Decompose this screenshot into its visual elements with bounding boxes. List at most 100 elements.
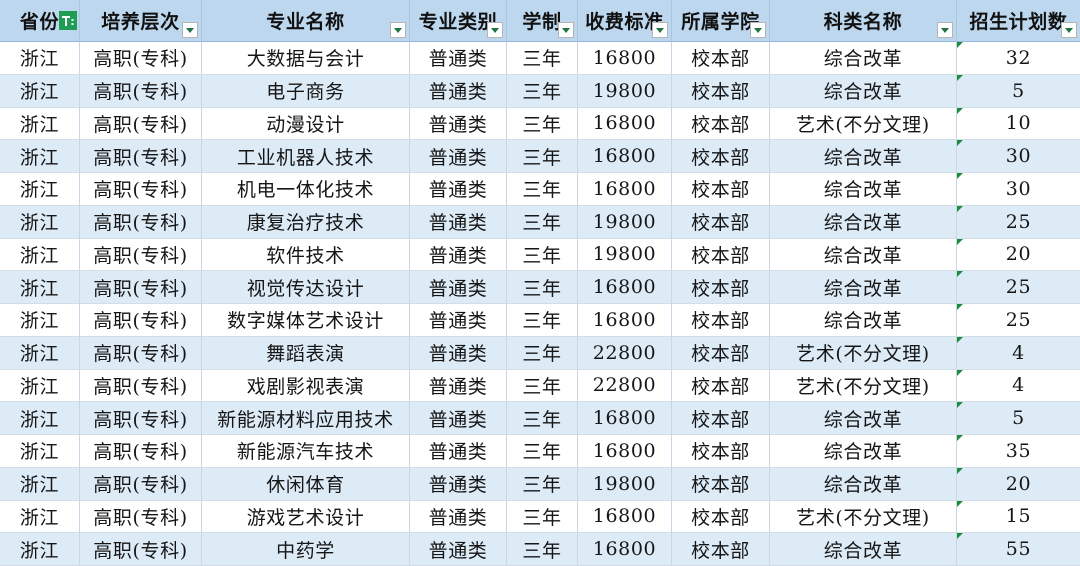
- cell-duration[interactable]: 三年: [507, 205, 578, 239]
- cell-major-name[interactable]: 戏剧影视表演: [202, 369, 410, 403]
- cell-major-name[interactable]: 数字媒体艺术设计: [202, 304, 410, 337]
- cell-college[interactable]: 校本部: [672, 500, 770, 534]
- cell-college[interactable]: 校本部: [672, 271, 770, 304]
- cell-major-type[interactable]: 普通类: [410, 173, 507, 206]
- cell-college[interactable]: 校本部: [672, 107, 770, 141]
- filter-dropdown-button[interactable]: [750, 22, 766, 38]
- cell-tuition[interactable]: 16800: [578, 533, 672, 566]
- cell-major-type[interactable]: 普通类: [410, 238, 507, 272]
- cell-province[interactable]: 浙江: [0, 74, 80, 108]
- filter-dropdown-button[interactable]: [1061, 22, 1077, 38]
- cell-tuition[interactable]: 16800: [578, 107, 672, 141]
- cell-major-name[interactable]: 电子商务: [202, 74, 410, 108]
- cell-major-type[interactable]: 普通类: [410, 107, 507, 141]
- cell-training-level[interactable]: 高职(专科): [80, 304, 202, 337]
- cell-province[interactable]: 浙江: [0, 304, 80, 337]
- cell-subject-category[interactable]: 艺术(不分文理): [770, 107, 957, 141]
- cell-province[interactable]: 浙江: [0, 205, 80, 239]
- cell-college[interactable]: 校本部: [672, 74, 770, 108]
- cell-training-level[interactable]: 高职(专科): [80, 271, 202, 304]
- cell-major-type[interactable]: 普通类: [410, 271, 507, 304]
- cell-major-name[interactable]: 动漫设计: [202, 107, 410, 141]
- cell-enrollment-quota[interactable]: 5: [957, 74, 1080, 108]
- cell-training-level[interactable]: 高职(专科): [80, 74, 202, 108]
- cell-duration[interactable]: 三年: [507, 435, 578, 468]
- cell-province[interactable]: 浙江: [0, 402, 80, 435]
- cell-subject-category[interactable]: 艺术(不分文理): [770, 336, 957, 370]
- cell-enrollment-quota[interactable]: 10: [957, 107, 1080, 141]
- cell-duration[interactable]: 三年: [507, 107, 578, 141]
- cell-subject-category[interactable]: 综合改革: [770, 42, 957, 75]
- cell-tuition[interactable]: 16800: [578, 42, 672, 75]
- cell-enrollment-quota[interactable]: 35: [957, 435, 1080, 468]
- cell-duration[interactable]: 三年: [507, 500, 578, 534]
- cell-enrollment-quota[interactable]: 4: [957, 369, 1080, 403]
- cell-tuition[interactable]: 16800: [578, 271, 672, 304]
- cell-subject-category[interactable]: 综合改革: [770, 74, 957, 108]
- filter-dropdown-button[interactable]: [937, 22, 953, 38]
- cell-subject-category[interactable]: 综合改革: [770, 304, 957, 337]
- cell-province[interactable]: 浙江: [0, 467, 80, 501]
- cell-duration[interactable]: 三年: [507, 369, 578, 403]
- cell-tuition[interactable]: 16800: [578, 304, 672, 337]
- cell-enrollment-quota[interactable]: 32: [957, 42, 1080, 75]
- filter-dropdown-button[interactable]: [652, 22, 668, 38]
- cell-enrollment-quota[interactable]: 55: [957, 533, 1080, 566]
- cell-subject-category[interactable]: 综合改革: [770, 271, 957, 304]
- cell-major-type[interactable]: 普通类: [410, 304, 507, 337]
- cell-subject-category[interactable]: 综合改革: [770, 205, 957, 239]
- cell-training-level[interactable]: 高职(专科): [80, 336, 202, 370]
- column-header-major-type[interactable]: 专业类别: [410, 0, 507, 42]
- cell-enrollment-quota[interactable]: 20: [957, 238, 1080, 272]
- cell-college[interactable]: 校本部: [672, 173, 770, 206]
- cell-major-type[interactable]: 普通类: [410, 369, 507, 403]
- cell-enrollment-quota[interactable]: 5: [957, 402, 1080, 435]
- cell-training-level[interactable]: 高职(专科): [80, 467, 202, 501]
- cell-training-level[interactable]: 高职(专科): [80, 42, 202, 75]
- column-header-province[interactable]: 省份: [0, 0, 80, 42]
- cell-major-type[interactable]: 普通类: [410, 74, 507, 108]
- cell-tuition[interactable]: 19800: [578, 74, 672, 108]
- cell-province[interactable]: 浙江: [0, 107, 80, 141]
- cell-subject-category[interactable]: 综合改革: [770, 140, 957, 173]
- cell-tuition[interactable]: 16800: [578, 500, 672, 534]
- cell-college[interactable]: 校本部: [672, 402, 770, 435]
- cell-major-name[interactable]: 中药学: [202, 533, 410, 566]
- cell-tuition[interactable]: 19800: [578, 467, 672, 501]
- cell-college[interactable]: 校本部: [672, 435, 770, 468]
- cell-enrollment-quota[interactable]: 4: [957, 336, 1080, 370]
- column-header-subject-category[interactable]: 科类名称: [770, 0, 957, 42]
- cell-duration[interactable]: 三年: [507, 304, 578, 337]
- cell-training-level[interactable]: 高职(专科): [80, 205, 202, 239]
- cell-province[interactable]: 浙江: [0, 435, 80, 468]
- cell-subject-category[interactable]: 综合改革: [770, 533, 957, 566]
- cell-tuition[interactable]: 16800: [578, 173, 672, 206]
- cell-enrollment-quota[interactable]: 25: [957, 205, 1080, 239]
- column-header-duration[interactable]: 学制: [507, 0, 578, 42]
- cell-major-type[interactable]: 普通类: [410, 42, 507, 75]
- cell-subject-category[interactable]: 综合改革: [770, 238, 957, 272]
- cell-college[interactable]: 校本部: [672, 533, 770, 566]
- cell-tuition[interactable]: 16800: [578, 402, 672, 435]
- cell-enrollment-quota[interactable]: 15: [957, 500, 1080, 534]
- cell-province[interactable]: 浙江: [0, 42, 80, 75]
- cell-college[interactable]: 校本部: [672, 369, 770, 403]
- cell-major-name[interactable]: 机电一体化技术: [202, 173, 410, 206]
- cell-major-name[interactable]: 康复治疗技术: [202, 205, 410, 239]
- column-header-enrollment-quota[interactable]: 招生计划数: [957, 0, 1080, 42]
- cell-training-level[interactable]: 高职(专科): [80, 500, 202, 534]
- cell-major-type[interactable]: 普通类: [410, 435, 507, 468]
- cell-province[interactable]: 浙江: [0, 533, 80, 566]
- cell-college[interactable]: 校本部: [672, 42, 770, 75]
- cell-college[interactable]: 校本部: [672, 205, 770, 239]
- cell-major-name[interactable]: 视觉传达设计: [202, 271, 410, 304]
- column-header-major-name[interactable]: 专业名称: [202, 0, 410, 42]
- cell-duration[interactable]: 三年: [507, 42, 578, 75]
- cell-duration[interactable]: 三年: [507, 467, 578, 501]
- cell-duration[interactable]: 三年: [507, 238, 578, 272]
- cell-duration[interactable]: 三年: [507, 74, 578, 108]
- cell-training-level[interactable]: 高职(专科): [80, 238, 202, 272]
- cell-college[interactable]: 校本部: [672, 238, 770, 272]
- cell-training-level[interactable]: 高职(专科): [80, 533, 202, 566]
- cell-enrollment-quota[interactable]: 30: [957, 173, 1080, 206]
